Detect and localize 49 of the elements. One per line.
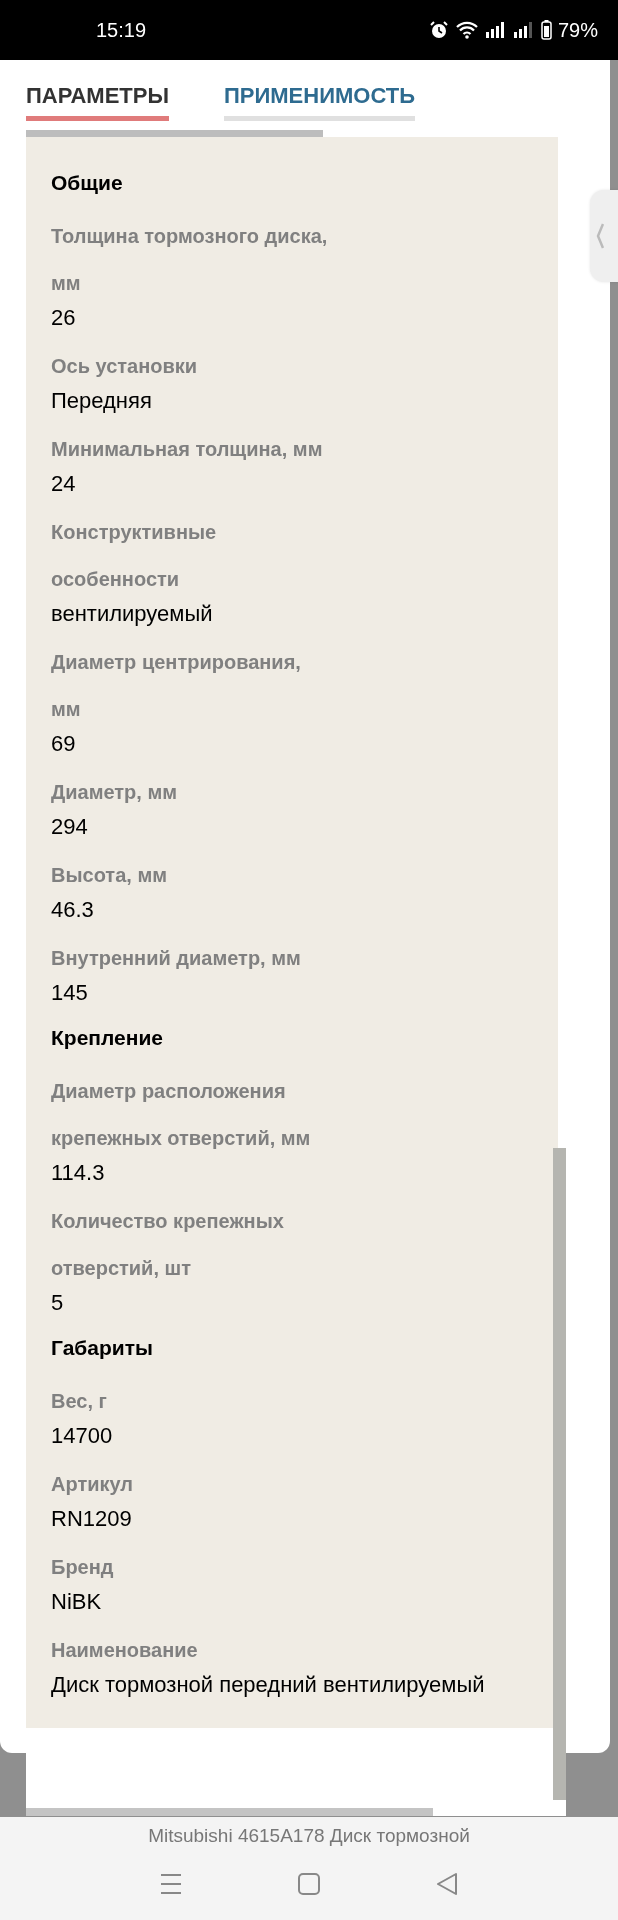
- spec-value: 294: [51, 813, 89, 841]
- spec-label: Наименование: [51, 1638, 199, 1663]
- spec-value: NiBK: [51, 1588, 103, 1616]
- signal-icon: [512, 20, 535, 40]
- spec-value: RN1209: [51, 1505, 133, 1533]
- wifi-icon: [454, 20, 479, 40]
- spec-value: 24: [51, 470, 77, 498]
- spec-value: 5: [51, 1289, 65, 1317]
- battery-percent: 79%: [557, 18, 598, 42]
- signal-icon: [484, 20, 507, 40]
- scroll-thumb[interactable]: [26, 130, 323, 137]
- section-title: Габариты: [51, 1335, 154, 1361]
- home-icon[interactable]: [297, 1873, 321, 1895]
- spec-label: Внутренний диаметр, мм: [51, 946, 302, 971]
- page-caption: Mitsubishi 4615A178 Диск тормозной: [148, 1825, 470, 1847]
- spec-value: 114.3: [51, 1159, 106, 1187]
- spec-label: Минимальная толщина, мм: [51, 437, 324, 462]
- spec-label: Артикул: [51, 1472, 135, 1497]
- spec-label: Количество крепежных отверстий, шт: [51, 1209, 285, 1281]
- spec-label: Толщина тормозного диска, мм: [51, 224, 329, 296]
- spec-label: Высота, мм: [51, 863, 168, 888]
- tab[interactable]: ПАРАМЕТРЫ: [26, 83, 169, 121]
- spec-label: Вес, г: [51, 1389, 108, 1414]
- scroll-thumb[interactable]: [553, 1148, 566, 1800]
- spec-label: Бренд: [51, 1555, 115, 1580]
- back-icon[interactable]: [435, 1873, 459, 1895]
- spec-value: 145: [51, 979, 89, 1007]
- spec-value: Передняя: [51, 387, 153, 415]
- spec-value: 46.3: [51, 896, 95, 924]
- tab[interactable]: ПРИМЕНИМОСТЬ: [224, 83, 415, 121]
- battery-icon: [540, 20, 552, 40]
- alarm-icon: [428, 20, 449, 40]
- spec-value: 69: [51, 730, 77, 758]
- chevron-left-icon: [596, 222, 604, 250]
- spec-value: 26: [51, 304, 77, 332]
- spec-label: Диаметр расположения крепежных отверстий, мм: [51, 1079, 312, 1151]
- spec-label: Диаметр, мм: [51, 780, 179, 805]
- spec-value: 14700: [51, 1422, 114, 1450]
- section-title: Крепление: [51, 1025, 165, 1051]
- spec-label: Диаметр центрирования, мм: [51, 650, 302, 722]
- status-time: 15:19: [96, 18, 148, 42]
- spec-label: Конструктивные особенности: [51, 520, 218, 592]
- side-handle[interactable]: [590, 190, 618, 282]
- scroll-thumb[interactable]: [26, 1808, 433, 1816]
- spec-value: вентилируемый: [51, 600, 214, 628]
- menu-icon[interactable]: [159, 1873, 183, 1895]
- spec-value: Диск тормозной передний вентилируемый: [51, 1671, 486, 1699]
- spec-label: Ось установки: [51, 354, 199, 379]
- section-title: Общие: [51, 170, 124, 196]
